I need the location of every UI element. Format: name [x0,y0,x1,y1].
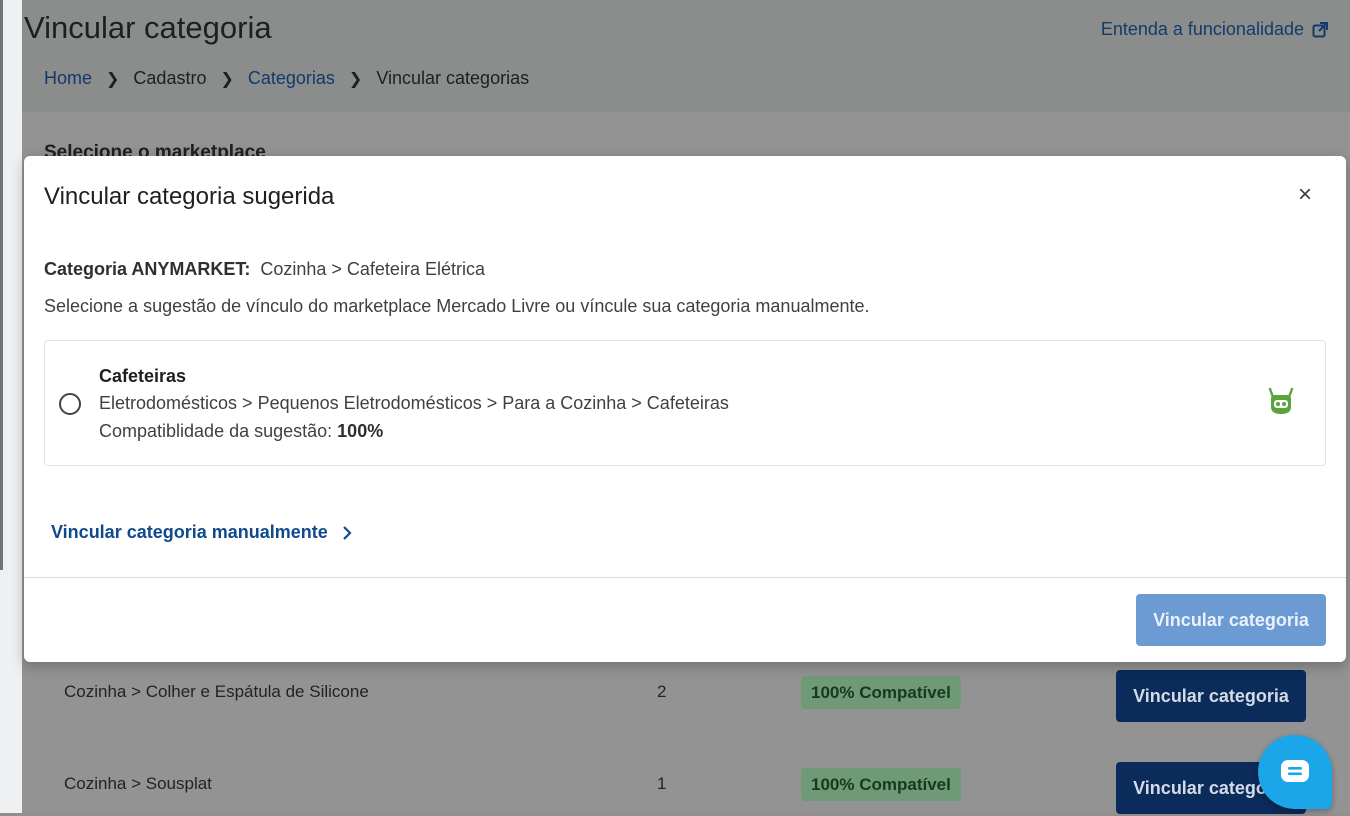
page-header: Vincular categoria Entenda a funcionalid… [22,0,1350,112]
suggestion-compatibility: Compatiblidade da sugestão: 100% [99,421,383,442]
external-link-icon [1312,21,1328,37]
compat-badge: 100% Compatível [801,768,961,801]
compat-value: 100% [337,421,384,441]
left-shell-strip [0,0,22,813]
robot-icon [1268,387,1294,414]
link-category-button[interactable]: Vincular categoria [1116,670,1306,722]
modal-title: Vincular categoria sugerida [44,183,335,210]
breadcrumb-home[interactable]: Home [44,68,92,89]
anymarket-category-value: Cozinha > Cafeteira Elétrica [260,259,485,279]
chat-button[interactable] [1258,735,1332,809]
suggestion-card[interactable]: Cafeteiras Eletrodomésticos > Pequenos E… [44,340,1326,466]
modal-instruction: Selecione a sugestão de vínculo do marke… [44,296,870,316]
breadcrumb-cadastro: Cadastro [133,68,207,88]
anymarket-category-label: Categoria ANYMARKET: [44,259,251,279]
suggestion-name: Cafeteiras [99,366,187,386]
breadcrumb-categorias[interactable]: Categorias [248,68,335,89]
page-title: Vincular categoria [24,10,272,45]
breadcrumb: Home ❯ Cadastro ❯ Categorias ❯ Vincular … [44,68,529,89]
close-icon[interactable]: × [1292,182,1318,208]
breadcrumb-current: Vincular categorias [376,68,530,88]
anymarket-category: Categoria ANYMARKET: Cozinha > Cafeteira … [44,259,485,280]
row-count: 1 [657,774,667,793]
suggestion-path: Eletrodomésticos > Pequenos Eletrodomést… [99,393,729,413]
chat-icon [1281,760,1309,782]
compat-badge: 100% Compatível [801,676,961,709]
scrollbar[interactable] [0,0,3,570]
suggestion-radio[interactable] [59,393,81,415]
chevron-right-icon: ❯ [348,70,363,88]
manual-link[interactable]: Vincular categoria manualmente [51,522,352,543]
manual-link-label: Vincular categoria manualmente [51,522,328,542]
chevron-right-icon: ❯ [106,70,120,88]
chevron-right-icon [343,525,352,540]
help-link[interactable]: Entenda a funcionalidade [1101,19,1328,40]
row-count: 2 [657,682,667,701]
link-category-modal: Vincular categoria sugerida × Categoria … [24,156,1346,662]
row-category: Cozinha > Sousplat [64,774,212,793]
modal-divider [24,577,1346,578]
help-link-label: Entenda a funcionalidade [1100,19,1304,39]
table-row: Cozinha > Sousplat 1 100% Compatível Vin… [22,756,1350,816]
table-row: Cozinha > Colher e Espátula de Silicone … [22,664,1350,724]
confirm-link-button[interactable]: Vincular categoria [1136,594,1326,646]
chevron-right-icon: ❯ [220,70,234,88]
compat-label: Compatiblidade da sugestão: [99,421,333,441]
row-category: Cozinha > Colher e Espátula de Silicone [64,682,369,701]
